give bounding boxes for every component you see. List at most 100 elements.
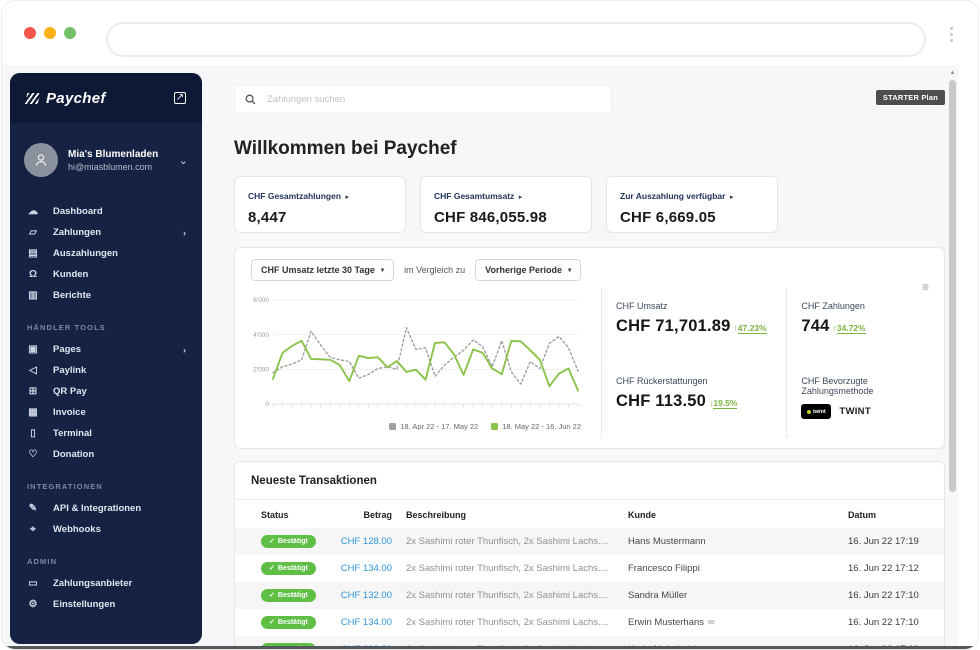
svg-text:0: 0 (265, 401, 269, 408)
nav-label: Invoice (53, 407, 86, 418)
status-badge: ✓Bestätigt (261, 616, 316, 629)
check-icon: ✓ (269, 619, 275, 626)
mail-icon: ✉ (708, 618, 715, 627)
arrow-right-icon: ▸ (518, 194, 523, 201)
sidebar-item-invoice[interactable]: ▦ Invoice (10, 402, 202, 423)
status-badge: ✓Bestätigt (261, 535, 316, 548)
external-link-icon[interactable]: ↗ (174, 92, 186, 104)
stat-cards-row: CHF Gesamtzahlungen ▸ 8,447 CHF Gesamtum… (234, 176, 945, 233)
svg-text:2'000: 2'000 (253, 367, 269, 374)
sidebar: Paychef ↗ Mia's Blumenladen hi@miasblume… (10, 73, 202, 644)
table-header-row: Status Betrag Beschreibung Kunde Datum (235, 500, 944, 528)
address-bar[interactable] (106, 22, 926, 57)
date: 16. Jun 22 17:19 (848, 536, 919, 547)
nav-label: Webhooks (53, 524, 101, 535)
stat-value: 8,447 (248, 209, 287, 226)
compare-select[interactable]: Vorherige Periode ▾ (475, 259, 582, 281)
stat-value: 744 (801, 317, 830, 335)
table-row[interactable]: ✓ Bestätigt CHF 134.00 2x Sashimi roter T… (235, 609, 944, 636)
amount-link[interactable]: CHF 134.00 (341, 563, 392, 574)
column-status: Status (261, 510, 289, 520)
stat-zahlungen: CHF Zahlungen 744 ↑34.72% (786, 288, 932, 363)
customers-icon: Ω (28, 269, 38, 280)
legend-current-period[interactable]: 18. May 22 - 16. Jun 22 (491, 422, 581, 431)
nav-label: Donation (53, 449, 95, 460)
sidebar-item-paylink[interactable]: ◁ Paylink (10, 360, 202, 381)
search-input[interactable] (265, 92, 601, 106)
sidebar-item-donation[interactable]: ♡ Donation (10, 444, 202, 465)
terminal-icon: ▯ (30, 428, 36, 439)
chart-legend: 18. Apr 22 - 17. May 22 18. May 22 - 16.… (245, 422, 581, 431)
arrow-right-icon: ▸ (729, 194, 734, 201)
chart-controls: CHF Umsatz letzte 30 Tage ▾ im Vergleich… (251, 259, 582, 281)
stat-umsatz: CHF Umsatz CHF 71,701.89 ↑47.23% (601, 288, 786, 363)
table-row[interactable]: ✓ Bestätigt CHF 132.00 2x Sashimi roter T… (235, 582, 944, 609)
section-title-integrationen: INTEGRATIONEN (27, 482, 103, 491)
invoice-icon: ▦ (28, 407, 38, 418)
sidebar-item-webhooks[interactable]: ⌖ Webhooks (10, 519, 202, 540)
description: 2x Sashimi roter Thunfisch, 2x Sashimi L… (406, 617, 609, 628)
maximize-window-icon[interactable] (64, 27, 76, 39)
sidebar-item-berichte[interactable]: ▥ Berichte (10, 285, 202, 306)
stat-card-gesamtzahlungen[interactable]: CHF Gesamtzahlungen ▸ 8,447 (234, 176, 406, 233)
sidebar-item-pages[interactable]: ▣ Pages › (10, 339, 202, 360)
gear-icon: ⚙ (28, 599, 38, 610)
customer: Hans Mustermann (628, 536, 706, 547)
period-select[interactable]: CHF Umsatz letzte 30 Tage ▾ (251, 259, 395, 281)
amount-link[interactable]: CHF 132.00 (341, 590, 392, 601)
sidebar-item-terminal[interactable]: ▯ Terminal (10, 423, 202, 444)
address-input[interactable] (108, 24, 924, 55)
sidebar-item-zahlungsanbieter[interactable]: ▭ Zahlungsanbieter (10, 573, 202, 594)
sidebar-item-zahlungen[interactable]: ▱ Zahlungen › (10, 222, 202, 243)
description: 2x Sashimi roter Thunfisch, 2x Sashimi L… (406, 536, 609, 547)
amount-link[interactable]: CHF 134.00 (341, 617, 392, 628)
arrow-right-icon: ▸ (345, 194, 350, 201)
browser-chrome (2, 1, 978, 65)
delta-percent: 34.72% (836, 323, 866, 334)
table-row[interactable]: ✓ Bestätigt CHF 134.00 2x Sashimi roter T… (235, 555, 944, 582)
legend-previous-period[interactable]: 18. Apr 22 - 17. May 22 (389, 422, 478, 431)
nav-label: Dashboard (53, 206, 103, 217)
account-email: hi@miasblumen.com (68, 162, 153, 172)
scrollbar[interactable]: ▲ (948, 69, 957, 645)
sidebar-item-auszahlungen[interactable]: ▤ Auszahlungen (10, 243, 202, 264)
stat-value: CHF 71,701.89 (616, 317, 731, 335)
stat-label: CHF Umsatz (616, 301, 668, 311)
minimize-window-icon[interactable] (44, 27, 56, 39)
sidebar-item-einstellungen[interactable]: ⚙ Einstellungen (10, 594, 202, 615)
webhooks-icon: ⌖ (30, 524, 36, 535)
sidebar-item-api-integrationen[interactable]: ✎ API & Integrationen (10, 498, 202, 519)
sidebar-item-dashboard[interactable]: ☁ Dashboard (10, 201, 202, 222)
stat-rueckerstattungen: CHF Rückerstattungen CHF 113.50 ↓19.5% (601, 363, 786, 438)
sidebar-item-qr-pay[interactable]: ⊞ QR Pay (10, 381, 202, 402)
pages-icon: ▣ (28, 344, 38, 355)
revenue-chart: 0 2'000 4'000 6'000 (245, 292, 581, 418)
stat-label: CHF Gesamtzahlungen (248, 191, 342, 201)
browser-menu-icon[interactable] (950, 27, 953, 42)
scroll-up-arrow[interactable]: ▲ (948, 69, 957, 77)
sidebar-item-kunden[interactable]: Ω Kunden (10, 264, 202, 285)
nav-label: Berichte (53, 290, 92, 301)
stat-card-gesamtumsatz[interactable]: CHF Gesamtumsatz ▸ CHF 846,055.98 (420, 176, 592, 233)
chevron-right-icon: › (183, 227, 186, 238)
wallet-icon: ▭ (28, 578, 38, 589)
amount-link[interactable]: CHF 128.00 (341, 536, 392, 547)
chart-stats-grid: CHF Umsatz CHF 71,701.89 ↑47.23% CHF Zah… (601, 288, 932, 438)
nav-label: Terminal (53, 428, 92, 439)
nav-label: Einstellungen (53, 599, 116, 610)
description: 2x Sashimi roter Thunfisch, 2x Sashimi L… (406, 563, 609, 574)
stat-label: CHF Rückerstattungen (616, 376, 708, 386)
column-kunde: Kunde (628, 510, 656, 520)
chevron-down-icon[interactable]: ⌄ (179, 154, 188, 167)
compare-select-value: Vorherige Periode (485, 265, 563, 275)
scrollbar-thumb[interactable] (949, 80, 956, 492)
account-switcher[interactable]: Mia's Blumenladen hi@miasblumen.com ⌄ (10, 123, 202, 189)
search-bar[interactable] (234, 85, 612, 113)
check-icon: ✓ (269, 592, 275, 599)
svg-text:6'000: 6'000 (253, 297, 269, 304)
page-title: Willkommen bei Paychef (234, 138, 457, 159)
close-window-icon[interactable] (24, 27, 36, 39)
reports-icon: ▥ (28, 290, 38, 301)
table-row[interactable]: ✓ Bestätigt CHF 128.00 2x Sashimi roter T… (235, 528, 944, 555)
stat-card-zur-auszahlung[interactable]: Zur Auszahlung verfügbar ▸ CHF 6,669.05 (606, 176, 778, 233)
